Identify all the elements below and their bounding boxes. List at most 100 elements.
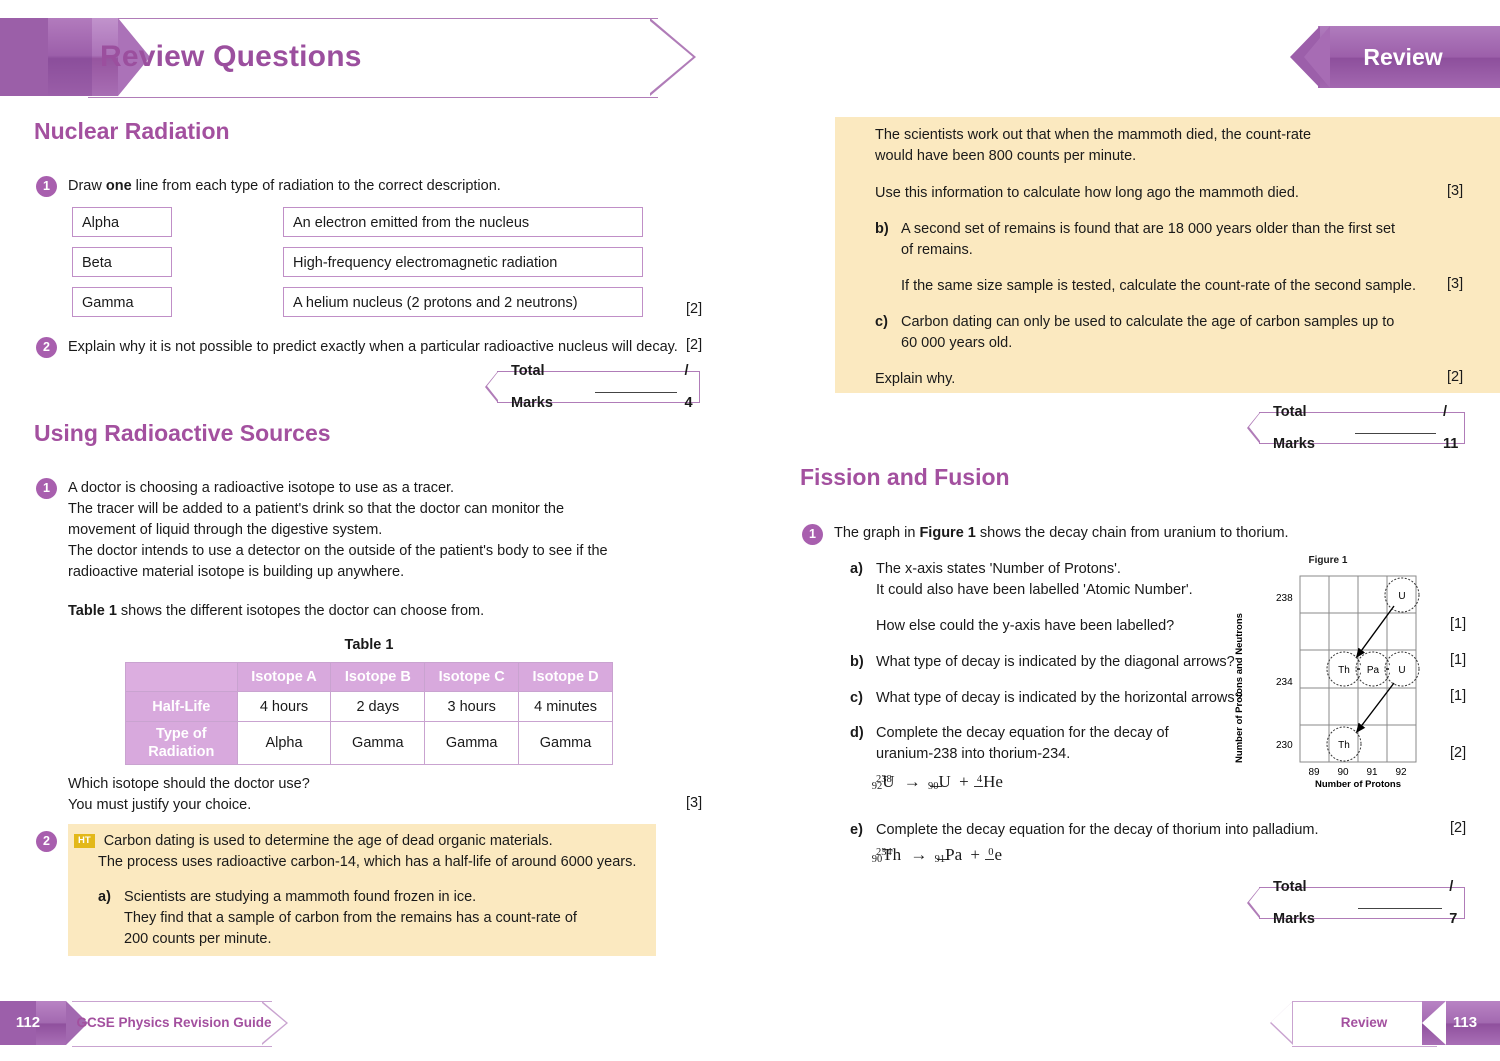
fission-part-b-label: b) [850,654,864,670]
carbon-part-c-lines: Carbon dating can only be used to calcul… [901,312,1461,354]
urs-q1-line-4: The doctor intends to use a detector on … [68,543,608,559]
y-axis-label: Number of Protons and Neutrons [1234,613,1245,763]
urs-q2-line-1-wrapper: HT Carbon dating is used to determine th… [74,831,654,852]
fission-intro-pre: The graph in [834,525,920,541]
figure-1-ref: Figure 1 [919,525,976,541]
right-page-footer: Review 113 [1270,1001,1500,1047]
fission-part-a-marks: [1] [1450,616,1467,632]
table-1-caption: Table 1 [344,637,394,653]
table-cell-halflife-c: 3 hours [424,691,520,722]
fission-question-1-number-badge: 1 [802,524,823,545]
total-marks-rule [594,381,678,393]
match-left-box-alpha[interactable]: Alpha [72,207,172,237]
figure-1-decay-chain-chart: Figure 1 Number of Protons and Neutrons … [1228,555,1428,795]
fission-part-e-label: e) [850,822,863,838]
eq-e-arrow: → [910,845,928,864]
total-marks-label: Total Marks [1273,404,1315,452]
eq-e-p1-atomic: 91 [934,854,946,865]
match-right-box-em-radiation[interactable]: High-frequency electromagnetic radiation [283,247,643,277]
total-marks-label: Total Marks [1273,879,1315,927]
decay-equation-e: 23490Th → 91Pa + 0e [872,845,1002,865]
figure-1-svg: Number of Protons and Neutrons 238 234 2… [1234,575,1420,790]
table-col-header-isotope-d: Isotope D [518,662,613,692]
fission-part-d-label: d) [850,725,864,741]
fission-part-a-question: How else could the y-axis have been labe… [876,618,1175,634]
svg-text:Th: Th [1338,740,1350,751]
total-marks-rule [1357,897,1443,909]
review-tab: Review [1290,26,1500,88]
table-col-header-isotope-b: Isotope B [330,662,426,692]
right-footer-label: Review [1340,1015,1388,1030]
match-left-box-gamma[interactable]: Gamma [72,287,172,317]
eq-d-p1-symbol: U [938,772,951,791]
fission-part-c-label: c) [850,690,863,706]
match-right-box-electron[interactable]: An electron emitted from the nucleus [283,207,643,237]
urs-q1-line-1: A doctor is choosing a radioactive isoto… [68,480,455,496]
part-a-label: a) [98,889,111,905]
left-page-footer: 112 GCSE Physics Revision Guide [0,1001,300,1047]
total-marks-rule [1354,422,1436,434]
fission-part-d-lines: Complete the decay equation for the deca… [876,723,1246,765]
ht-badge: HT [74,834,95,848]
fission-part-c-marks: [1] [1450,688,1467,704]
q1-prompt-pre: Draw [68,178,106,194]
match-left-box-beta[interactable]: Beta [72,247,172,277]
fission-part-d-line-2: uranium-238 into thorium-234. [876,746,1071,762]
x-tick-92: 92 [1395,767,1407,778]
fission-part-e-question: Complete the decay equation for the deca… [876,822,1319,838]
page-title: Review Questions [100,40,362,73]
eq-d-plus: + [959,772,969,791]
fission-part-a-label: a) [850,561,863,577]
right-page-number: 113 [1452,1014,1478,1031]
eq-d-p2-atomic-blank[interactable] [974,777,984,787]
part-a-line-3: 200 counts per minute. [124,931,272,947]
figure-1-title: Figure 1 [1308,555,1348,566]
y-tick-234: 234 [1276,677,1293,688]
textbook-spread: Review Questions Nuclear Radiation 1 Dra… [0,0,1500,1061]
fission-part-a-line-2: It could also have been labelled 'Atomic… [876,582,1193,598]
part-a-line-1: Scientists are studying a mammoth found … [124,889,477,905]
carbon-part-b-line-1: A second set of remains is found that ar… [901,221,1396,237]
eq-d-lhs-symbol: U [882,772,895,791]
isotope-table: Isotope A Isotope B Isotope C Isotope D … [125,662,613,765]
eq-e-lhs-symbol: Th [882,845,902,864]
question-1-prompt: Draw one line from each type of radiatio… [68,176,708,197]
table-cell-type-c: Gamma [424,721,520,765]
book-title: GCSE Physics Revision Guide [76,1015,272,1030]
table-row: Type of Radiation Alpha Gamma Gamma Gamm… [125,721,613,765]
carbon-intro-question: Use this information to calculate how lo… [875,185,1299,201]
point-u-234: U [1384,651,1420,687]
urs-q1-marks: [3] [686,795,703,811]
eq-d-lhs-atomic: 92 [871,781,883,792]
match-right-box-helium[interactable]: A helium nucleus (2 protons and 2 neutro… [283,287,643,317]
total-marks-fission-and-fusion: Total Marks / 7 [1247,879,1465,927]
page-header-banner: Review Questions [0,18,705,98]
urs-question-2-body: HT Carbon dating is used to determine th… [74,831,654,950]
fission-part-a-lines: The x-axis states 'Number of Protons'. I… [876,559,1246,601]
table-cell-type-d: Gamma [518,721,613,765]
total-marks-value: / 7 [1449,879,1458,927]
svg-text:U: U [1398,591,1405,602]
carbon-part-b-line-2: of remains. [901,242,973,258]
carbon-part-c-label: c) [875,314,888,330]
urs-q1-table-intro: Table 1 shows the different isotopes the… [68,601,688,622]
urs-q1-line-5: radioactive material isotope is building… [68,564,405,580]
question-1-marks: [2] [686,301,703,317]
fission-part-b-question: What type of decay is indicated by the d… [876,654,1235,670]
table-header-row: Isotope A Isotope B Isotope C Isotope D [125,662,613,692]
carbon-part-c-question: Explain why. [875,371,956,387]
carbon-part-c-marks: [2] [1447,369,1464,385]
carbon-part-b-label: b) [875,221,889,237]
table-row-header-half-life: Half-Life [125,691,238,722]
fission-q1-intro: The graph in Figure 1 shows the decay ch… [834,523,1434,544]
section-heading-fission-and-fusion: Fission and Fusion [800,464,1010,490]
fission-part-d-marks: [2] [1450,745,1467,761]
table-row: Half-Life 4 hours 2 days 3 hours 4 minut… [125,691,613,722]
fission-part-c-question: What type of decay is indicated by the h… [876,690,1243,706]
table-row-header-type-of-radiation: Type of Radiation [125,721,238,765]
table-col-header-isotope-c: Isotope C [424,662,520,692]
urs-q2-part-a: a) Scientists are studying a mammoth fou… [98,887,654,950]
table-corner-cell [125,662,238,692]
fission-part-e-marks: [2] [1450,820,1467,836]
total-marks-value: / 11 [1442,404,1459,452]
